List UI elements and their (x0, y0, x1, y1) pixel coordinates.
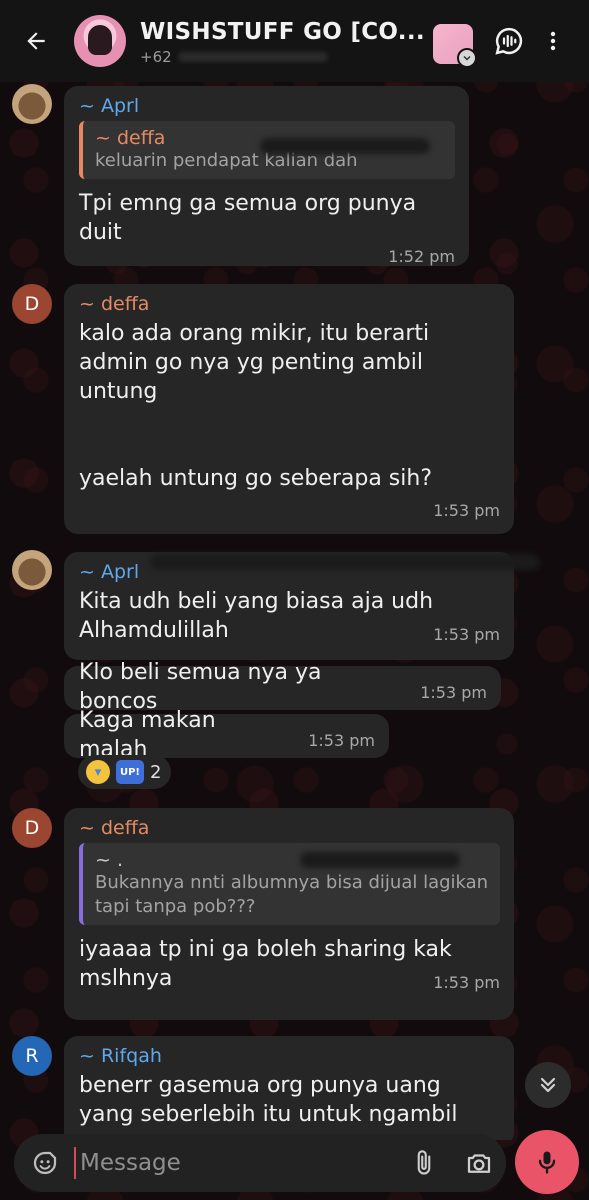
attach-button[interactable] (410, 1149, 438, 1177)
message-text: benerr gasemua org punya uang yang seber… (79, 1073, 458, 1140)
crying-face-icon[interactable]: ▾ (86, 760, 110, 784)
sender-avatar[interactable] (12, 550, 52, 590)
more-vertical-icon (550, 31, 556, 51)
back-arrow-icon (27, 32, 45, 50)
sender-name[interactable]: ~ Aprl (79, 95, 455, 117)
message-time: 1:52 pm (388, 247, 455, 266)
chat-subtitle: +62 (140, 48, 433, 64)
message-bubble[interactable]: ~ deffa ~ . Bukannya nnti albumnya bisa … (64, 808, 514, 1020)
sender-avatar[interactable]: D (12, 808, 52, 848)
sender-name[interactable]: ~ deffa (79, 817, 500, 839)
message-time: 1:53 pm (433, 501, 500, 520)
message-bubble[interactable]: Klo beli semua nya ya boncos 1:53 pm (64, 660, 501, 714)
emoji-icon (33, 1151, 57, 1175)
quoted-text: Bukannya nnti albumnya bisa dijual lagik… (95, 872, 489, 917)
up-reaction-icon[interactable]: UP! (116, 760, 144, 784)
message-time: 1:53 pm (420, 682, 487, 702)
message-bubble[interactable]: ~ deffa kalo ada orang mikir, itu berart… (64, 284, 514, 534)
message-text: yaelah untung go seberapa sih? (79, 466, 432, 491)
sender-name[interactable]: ~ deffa (79, 293, 500, 315)
message-bubble[interactable]: ~ Rifqah benerr gasemua org punya uang y… (64, 1036, 514, 1140)
chat-title: WISHSTUFF GO [CO... (140, 18, 425, 45)
sender-avatar[interactable]: D (12, 284, 52, 324)
chevron-down-icon (457, 48, 477, 68)
camera-icon (467, 1154, 491, 1173)
chat-title-block[interactable]: WISHSTUFF GO [CO... +62 (140, 19, 433, 64)
sender-name[interactable]: ~ Rifqah (79, 1045, 500, 1067)
reactions-bar[interactable]: ▾ UP! 2 (78, 755, 172, 789)
mic-icon (538, 1151, 556, 1174)
chat-header: WISHSTUFF GO [CO... +62 (0, 0, 589, 82)
message-composer (14, 1134, 506, 1192)
message-list[interactable]: ~ Aprl ~ deffa keluarin pendapat kalian … (0, 82, 589, 1140)
redacted-phone (260, 138, 430, 154)
redacted-phone (300, 852, 460, 868)
attach-icon (417, 1150, 431, 1175)
avatar-letter: R (25, 1045, 39, 1067)
voice-record-button[interactable] (515, 1130, 579, 1194)
message-text: Tpi emng ga semua org punya duit (79, 191, 417, 245)
redacted-phone (150, 554, 540, 570)
group-avatar[interactable] (74, 15, 126, 67)
my-avatar[interactable] (433, 24, 477, 68)
back-button[interactable] (16, 21, 56, 61)
message-bubble[interactable]: Kaga makan malah 1:53 pm (64, 708, 389, 762)
voice-chat-icon (495, 27, 523, 55)
avatar-letter: D (24, 817, 40, 839)
message-text: kalo ada orang mikir, itu berarti admin … (79, 321, 430, 404)
subtitle-text: +62 (140, 47, 172, 64)
camera-button[interactable] (464, 1148, 494, 1178)
voice-chat-button[interactable] (487, 19, 531, 63)
chevron-double-down-icon (540, 1077, 556, 1093)
reaction-count: 2 (150, 761, 162, 783)
message-bubble[interactable]: ~ Aprl ~ deffa keluarin pendapat kalian … (64, 86, 469, 266)
more-options-button[interactable] (531, 19, 575, 63)
redacted-participants (177, 52, 328, 62)
message-input[interactable] (74, 1147, 410, 1179)
scroll-to-bottom-button[interactable] (525, 1062, 571, 1108)
avatar-letter: D (24, 293, 40, 315)
message-time: 1:53 pm (308, 730, 375, 750)
sender-avatar[interactable]: R (12, 1036, 52, 1076)
emoji-button[interactable] (30, 1148, 60, 1178)
sender-avatar[interactable] (12, 84, 52, 124)
